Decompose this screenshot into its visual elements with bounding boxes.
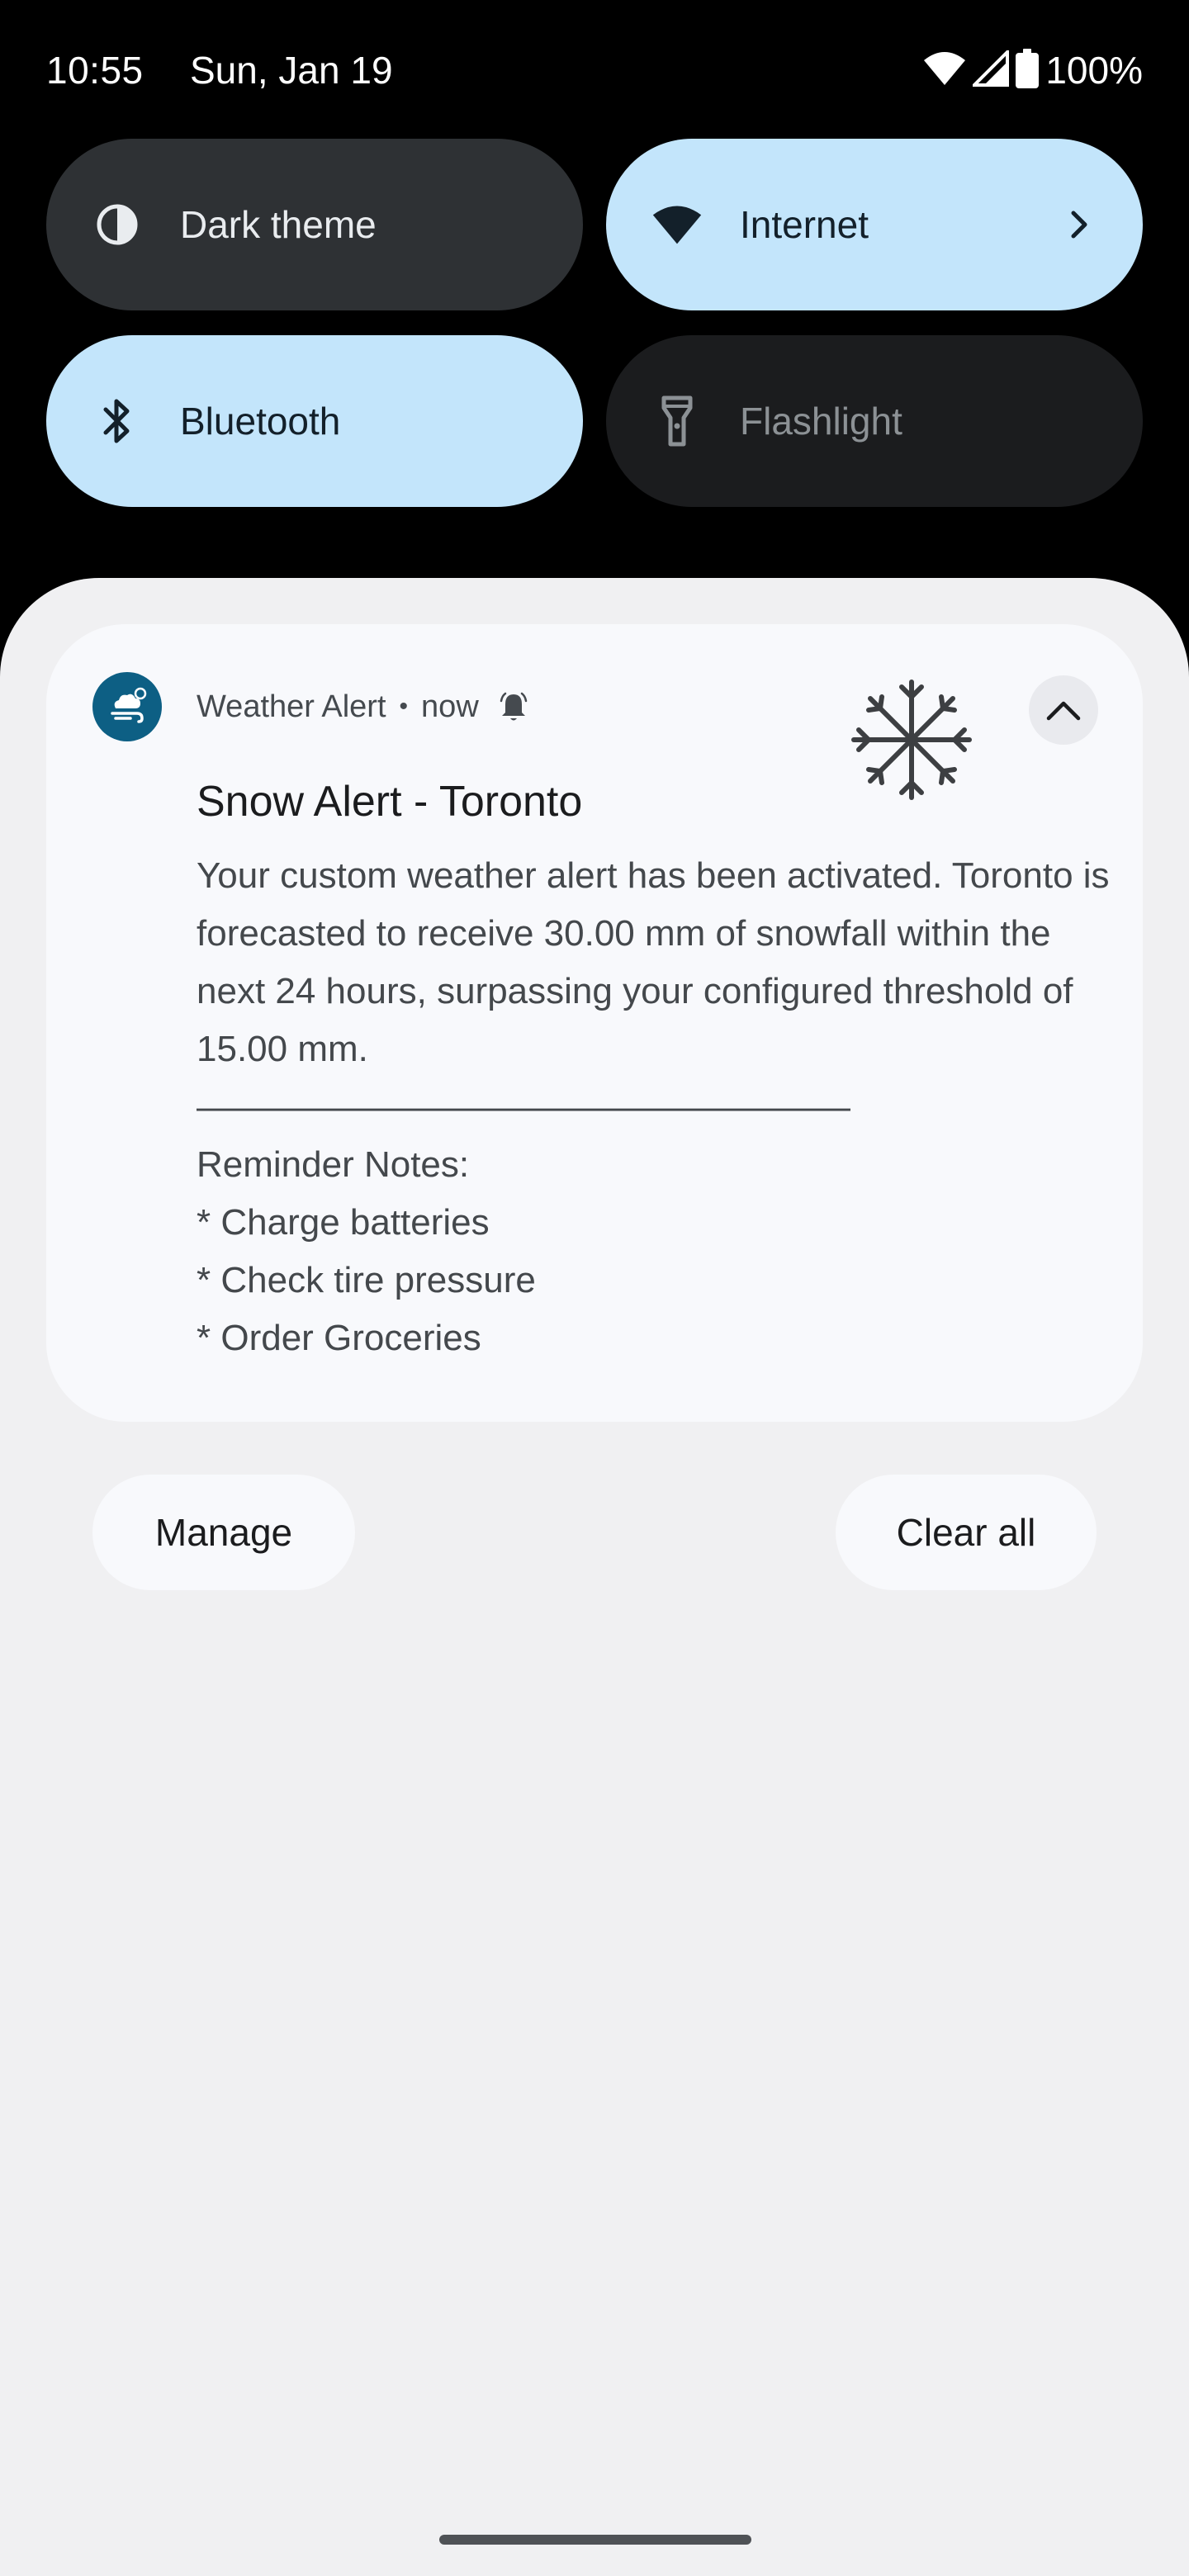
wifi-icon xyxy=(923,50,966,91)
notification-title: Snow Alert - Toronto xyxy=(197,778,583,826)
chevron-up-icon xyxy=(1046,701,1081,721)
app-name: Weather Alert xyxy=(197,689,386,724)
weather-alert-app-icon xyxy=(92,672,162,741)
tile-flashlight[interactable]: Flashlight xyxy=(606,335,1143,507)
battery-full-icon xyxy=(1016,48,1040,92)
tile-label: Dark theme xyxy=(180,203,377,246)
header-separator: • xyxy=(399,693,409,720)
tile-label: Internet xyxy=(740,203,869,246)
clear-all-button[interactable]: Clear all xyxy=(836,1475,1097,1590)
chevron-right-icon[interactable] xyxy=(1063,208,1097,241)
tile-label: Bluetooth xyxy=(180,400,341,443)
wifi-icon xyxy=(652,200,702,249)
cell-signal-icon xyxy=(970,47,1010,91)
alert-bell-icon xyxy=(499,691,528,722)
tile-dark-theme[interactable]: Dark theme xyxy=(46,139,583,310)
manage-button[interactable]: Manage xyxy=(92,1475,355,1590)
status-bar: 10:55 Sun, Jan 19 100% xyxy=(0,0,1189,140)
tile-internet[interactable]: Internet xyxy=(606,139,1143,310)
notification-body: Your custom weather alert has been activ… xyxy=(197,855,1110,1358)
snowflake-icon xyxy=(851,680,972,800)
battery-percent: 100% xyxy=(1045,49,1143,92)
bluetooth-icon xyxy=(92,396,142,446)
notification-time: now xyxy=(421,689,479,724)
status-date: Sun, Jan 19 xyxy=(190,49,393,92)
dark-theme-icon xyxy=(92,200,142,249)
tile-bluetooth[interactable]: Bluetooth xyxy=(46,335,583,507)
status-icons: 100% xyxy=(923,46,1143,94)
notification-header: Weather Alert • now xyxy=(197,685,528,728)
home-indicator[interactable] xyxy=(439,2535,751,2545)
tile-label: Flashlight xyxy=(740,400,902,443)
status-time: 10:55 xyxy=(46,49,144,92)
flashlight-icon xyxy=(652,395,702,447)
collapse-notification-button[interactable] xyxy=(1029,675,1098,745)
